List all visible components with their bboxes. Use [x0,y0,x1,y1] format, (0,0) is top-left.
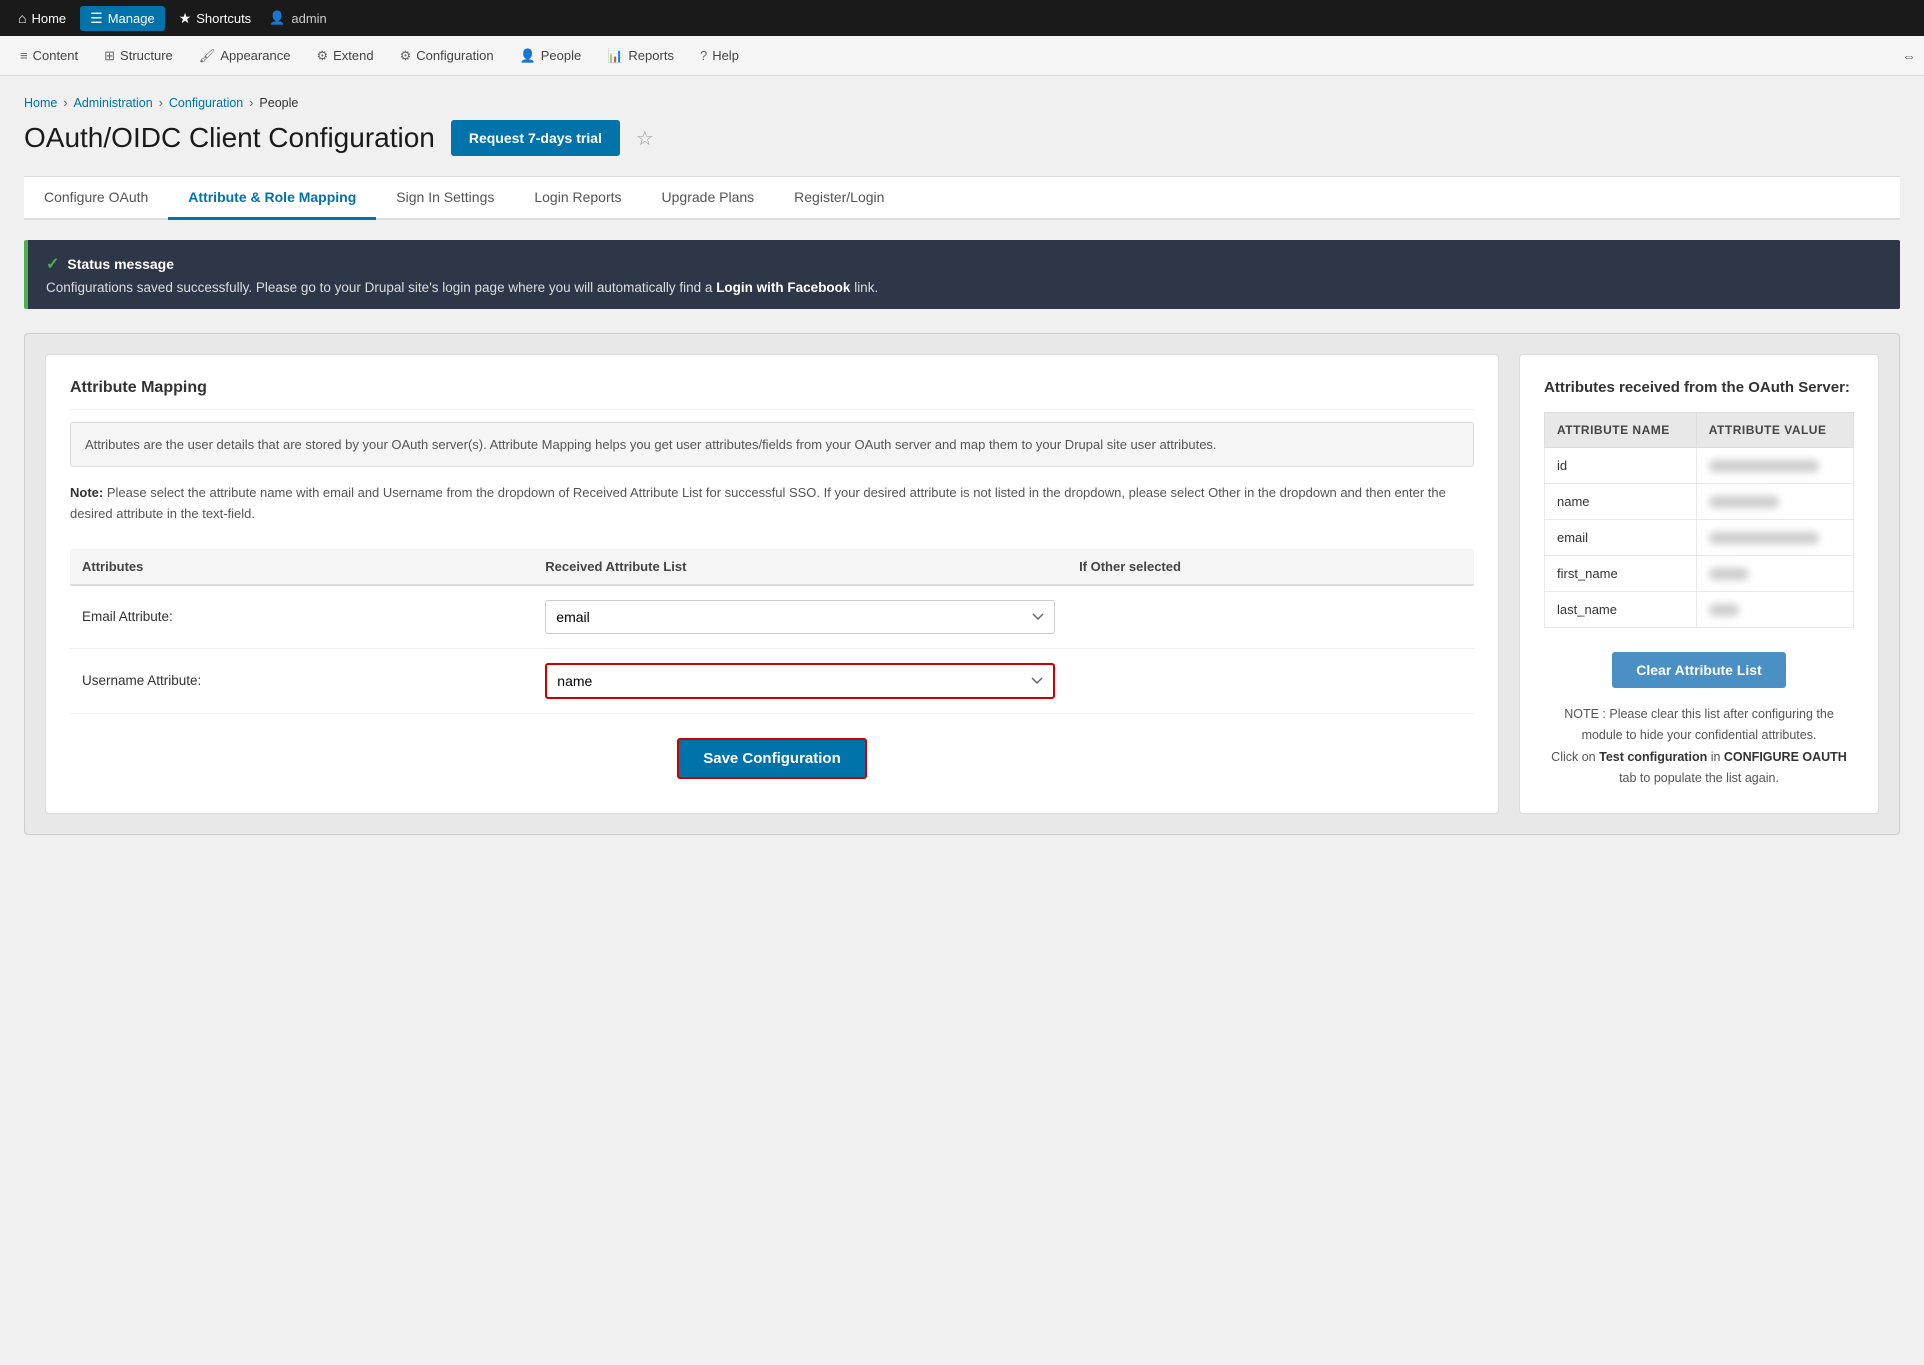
toolbar-help[interactable]: ? Help [688,42,751,69]
email-attr-label: Email Attribute: [70,585,533,649]
nav-manage[interactable]: ☰ Manage [80,6,165,31]
save-configuration-button[interactable]: Save Configuration [677,738,867,779]
favorite-icon[interactable]: ☆ [636,126,654,151]
appearance-icon: 🖌 [199,48,216,64]
tab-register-login[interactable]: Register/Login [774,177,904,220]
home-icon: ⌂ [18,10,26,26]
status-title-text: Status message [67,256,174,272]
user-icon: 👤 [269,10,285,26]
email-other-cell [1067,585,1474,649]
two-col-layout: Attribute Mapping Attributes are the use… [45,354,1879,814]
tab-login-reports[interactable]: Login Reports [514,177,641,220]
recv-value-id [1696,448,1853,484]
clear-attribute-list-button[interactable]: Clear Attribute List [1612,652,1786,688]
reports-icon: 📊 [607,48,623,64]
trial-button[interactable]: Request 7-days trial [451,120,620,156]
tab-upgrade-plans[interactable]: Upgrade Plans [642,177,775,220]
user-info: 👤 admin [269,10,327,26]
recv-attr-email: email [1545,520,1697,556]
breadcrumb-configuration[interactable]: Configuration [169,96,243,110]
email-attribute-dropdown[interactable]: email name id first_name last_name Other [545,600,1055,634]
toolbar-reports[interactable]: 📊 Reports [595,42,686,70]
toolbar-people[interactable]: 👤 People [508,42,594,70]
table-row: name [1545,484,1854,520]
help-icon: ? [700,48,707,63]
left-panel: Attribute Mapping Attributes are the use… [45,354,1499,814]
toolbar-configuration[interactable]: ⚙ Configuration [388,42,506,70]
clear-note: NOTE : Please clear this list after conf… [1544,704,1854,789]
breadcrumb-people: People [259,96,298,110]
recv-attr-lastname: last_name [1545,592,1697,628]
page-title: OAuth/OIDC Client Configuration [24,122,435,154]
table-row: last_name [1545,592,1854,628]
received-attributes-table: ATTRIBUTE NAME ATTRIBUTE VALUE id name [1544,412,1854,628]
table-row: Email Attribute: email name id first_nam… [70,585,1474,649]
username-attr-dropdown-cell: email name id first_name last_name Other [533,648,1067,713]
toolbar-appearance[interactable]: 🖌 Appearance [187,42,303,70]
note-text: Note: Please select the attribute name w… [70,483,1474,525]
top-nav: ⌂ Home ☰ Manage ★ Shortcuts 👤 admin [0,0,1924,36]
nav-home[interactable]: ⌂ Home [8,6,76,30]
recv-value-email [1696,520,1853,556]
configuration-icon: ⚙ [400,48,412,64]
col-attributes: Attributes [70,549,533,585]
table-row: email [1545,520,1854,556]
email-attr-dropdown-cell: email name id first_name last_name Other [533,585,1067,649]
content-wrapper: Attribute Mapping Attributes are the use… [24,333,1900,835]
oauth-attributes-title: Attributes received from the OAuth Serve… [1544,379,1854,396]
col-received-list: Received Attribute List [533,549,1067,585]
recv-attr-firstname: first_name [1545,556,1697,592]
recv-col-attr-name: ATTRIBUTE NAME [1545,413,1697,448]
recv-attr-id: id [1545,448,1697,484]
tab-bar: Configure OAuth Attribute & Role Mapping… [24,176,1900,220]
content-icon: ≡ [20,48,28,63]
structure-icon: ⊞ [104,48,115,64]
username-attribute-dropdown[interactable]: email name id first_name last_name Other [545,663,1055,699]
people-icon: 👤 [520,48,536,64]
toolbar-extend[interactable]: ⚙ Extend [304,42,385,70]
recv-col-attr-value: ATTRIBUTE VALUE [1696,413,1853,448]
status-message: ✓ Status message Configurations saved su… [24,240,1900,309]
right-panel: Attributes received from the OAuth Serve… [1519,354,1879,814]
table-row: first_name [1545,556,1854,592]
status-check-icon: ✓ [46,254,59,274]
attribute-mapping-table: Attributes Received Attribute List If Ot… [70,549,1474,714]
breadcrumb-administration[interactable]: Administration [74,96,153,110]
page-header: OAuth/OIDC Client Configuration Request … [24,120,1900,156]
username-other-cell [1067,648,1474,713]
recv-value-name [1696,484,1853,520]
main-content: Home › Administration › Configuration › … [0,76,1924,1365]
recv-value-lastname [1696,592,1853,628]
recv-value-firstname [1696,556,1853,592]
table-row: id [1545,448,1854,484]
username-attr-label: Username Attribute: [70,648,533,713]
extend-icon: ⚙ [316,48,328,64]
tab-attribute-role-mapping[interactable]: Attribute & Role Mapping [168,177,376,220]
status-description: Configurations saved successfully. Pleas… [46,280,1882,295]
tab-sign-in-settings[interactable]: Sign In Settings [376,177,514,220]
toolbar-expand-icon[interactable]: ⇔ [1902,48,1916,64]
col-if-other: If Other selected [1067,549,1474,585]
breadcrumb-home[interactable]: Home [24,96,57,110]
recv-attr-name: name [1545,484,1697,520]
toolbar-structure[interactable]: ⊞ Structure [92,42,185,70]
table-row: Username Attribute: email name id first_… [70,648,1474,713]
toolbar-content[interactable]: ≡ Content [8,42,90,69]
manage-icon: ☰ [90,10,103,27]
info-box: Attributes are the user details that are… [70,422,1474,467]
breadcrumb: Home › Administration › Configuration › … [24,96,1900,110]
nav-shortcuts[interactable]: ★ Shortcuts [169,6,261,31]
admin-toolbar: ≡ Content ⊞ Structure 🖌 Appearance ⚙ Ext… [0,36,1924,76]
tab-configure-oauth[interactable]: Configure OAuth [24,177,168,220]
toolbar-right: ⇔ [1902,48,1916,64]
star-icon: ★ [179,10,192,27]
section-title-attribute-mapping: Attribute Mapping [70,379,1474,410]
